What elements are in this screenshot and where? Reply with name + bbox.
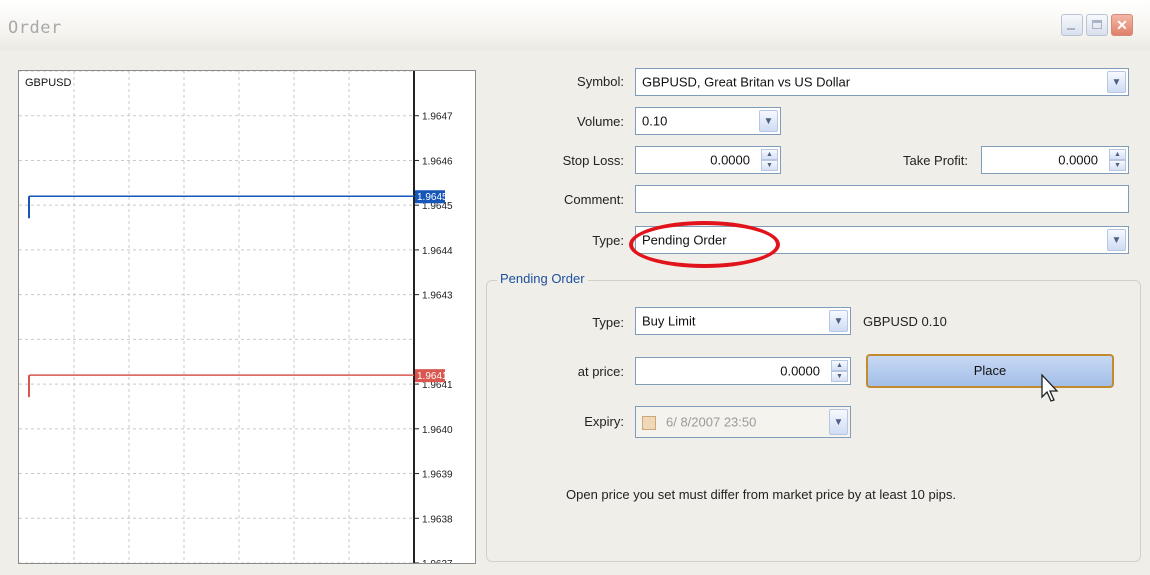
pending-order-note: Open price you set must differ from mark… bbox=[566, 487, 956, 502]
price-chart-svg: 1.9647 1.9646 1.9645 1.9644 1.9643 1.9641 1.96… bbox=[19, 71, 453, 563]
chevron-down-icon: ▼ bbox=[763, 116, 774, 127]
minimize-button[interactable] bbox=[1061, 14, 1083, 36]
at-price-value: 0.0000 bbox=[780, 363, 820, 379]
at-price-input[interactable]: 0.0000 ▲ ▼ bbox=[635, 357, 851, 385]
spin-down-icon[interactable]: ▼ bbox=[761, 160, 778, 171]
bid-price-badge-label: 1.9641 bbox=[417, 371, 448, 382]
tick-label: 1.9638 bbox=[422, 514, 453, 525]
symbol-value: GBPUSD, Great Britan vs US Dollar bbox=[642, 74, 851, 90]
pending-type-value: Buy Limit bbox=[642, 313, 696, 329]
pending-symbol-volume: GBPUSD 0.10 bbox=[863, 314, 947, 329]
expiry-value: 6/ 8/2007 23:50 bbox=[666, 414, 757, 430]
take-profit-input[interactable]: 0.0000 ▲ ▼ bbox=[981, 146, 1129, 174]
chevron-down-icon: ▼ bbox=[833, 417, 844, 428]
spin-up-icon[interactable]: ▲ bbox=[761, 149, 778, 160]
expiry-select[interactable]: 6/ 8/2007 23:50 ▼ bbox=[635, 406, 851, 438]
maximize-button[interactable] bbox=[1086, 14, 1108, 36]
comment-label: Comment: bbox=[564, 192, 624, 207]
volume-value: 0.10 bbox=[642, 113, 668, 129]
tick-label: 1.9640 bbox=[422, 425, 453, 436]
pending-order-group-title: Pending Order bbox=[497, 271, 588, 286]
chart-symbol-label: GBPUSD bbox=[25, 77, 72, 89]
volume-dropdown-button[interactable]: ▼ bbox=[759, 110, 778, 132]
stop-loss-label: Stop Loss: bbox=[562, 153, 624, 168]
place-button[interactable]: Place bbox=[866, 354, 1114, 388]
pending-type-label: Type: bbox=[592, 315, 624, 330]
pending-type-dropdown-button[interactable]: ▼ bbox=[829, 310, 848, 332]
comment-input[interactable] bbox=[635, 185, 1129, 213]
spin-up-icon[interactable]: ▲ bbox=[1109, 149, 1126, 160]
chevron-down-icon: ▼ bbox=[833, 316, 844, 327]
chevron-down-icon: ▼ bbox=[1111, 77, 1122, 88]
pending-type-select[interactable]: Buy Limit ▼ bbox=[635, 307, 851, 335]
symbol-label: Symbol: bbox=[577, 74, 624, 89]
tick-label: 1.9647 bbox=[422, 112, 453, 123]
price-chart: 1.9647 1.9646 1.9645 1.9644 1.9643 1.9641 1.96… bbox=[18, 70, 476, 564]
place-button-label: Place bbox=[973, 363, 1007, 378]
at-price-label: at price: bbox=[577, 364, 624, 379]
volume-label: Volume: bbox=[577, 114, 624, 129]
chevron-down-icon: ▼ bbox=[1111, 235, 1122, 246]
highlight-ellipse bbox=[629, 221, 780, 268]
expiry-label: Expiry: bbox=[584, 414, 624, 429]
ask-price-badge-label: 1.9645 bbox=[417, 192, 448, 203]
maximize-icon bbox=[1092, 20, 1102, 29]
expiry-dropdown-button[interactable]: ▼ bbox=[829, 409, 848, 435]
stop-loss-input[interactable]: 0.0000 ▲ ▼ bbox=[635, 146, 781, 174]
take-profit-value: 0.0000 bbox=[1058, 152, 1098, 168]
tick-label: 1.9646 bbox=[422, 156, 453, 167]
type-label: Type: bbox=[592, 233, 624, 248]
spin-up-icon[interactable]: ▲ bbox=[831, 360, 848, 371]
stop-loss-spinner[interactable]: ▲ ▼ bbox=[761, 149, 778, 171]
at-price-spinner[interactable]: ▲ ▼ bbox=[831, 360, 848, 382]
title-bar: Order ✕ bbox=[0, 0, 1150, 50]
mouse-pointer-icon bbox=[1041, 373, 1059, 402]
order-window: Order ✕ 1.9647 1.9646 1.9645 1.9644 1.9643 1.… bbox=[0, 0, 1150, 575]
order-type-dropdown-button[interactable]: ▼ bbox=[1107, 229, 1126, 251]
close-icon: ✕ bbox=[1116, 17, 1128, 33]
close-button[interactable]: ✕ bbox=[1111, 14, 1133, 36]
tick-label: 1.9644 bbox=[422, 246, 453, 257]
symbol-dropdown-button[interactable]: ▼ bbox=[1107, 71, 1126, 93]
window-title: Order bbox=[8, 18, 62, 38]
take-profit-spinner[interactable]: ▲ ▼ bbox=[1109, 149, 1126, 171]
symbol-select[interactable]: GBPUSD, Great Britan vs US Dollar ▼ bbox=[635, 68, 1129, 96]
tick-label: 1.9639 bbox=[422, 470, 453, 481]
expiry-checkbox[interactable] bbox=[642, 416, 656, 430]
stop-loss-value: 0.0000 bbox=[710, 152, 750, 168]
spin-down-icon[interactable]: ▼ bbox=[1109, 160, 1126, 171]
tick-label: 1.9637 bbox=[422, 559, 453, 563]
spin-down-icon[interactable]: ▼ bbox=[831, 371, 848, 382]
take-profit-label: Take Profit: bbox=[902, 153, 968, 168]
minimize-icon bbox=[1067, 28, 1075, 30]
tick-label: 1.9643 bbox=[422, 291, 453, 302]
volume-select[interactable]: 0.10 ▼ bbox=[635, 107, 781, 135]
